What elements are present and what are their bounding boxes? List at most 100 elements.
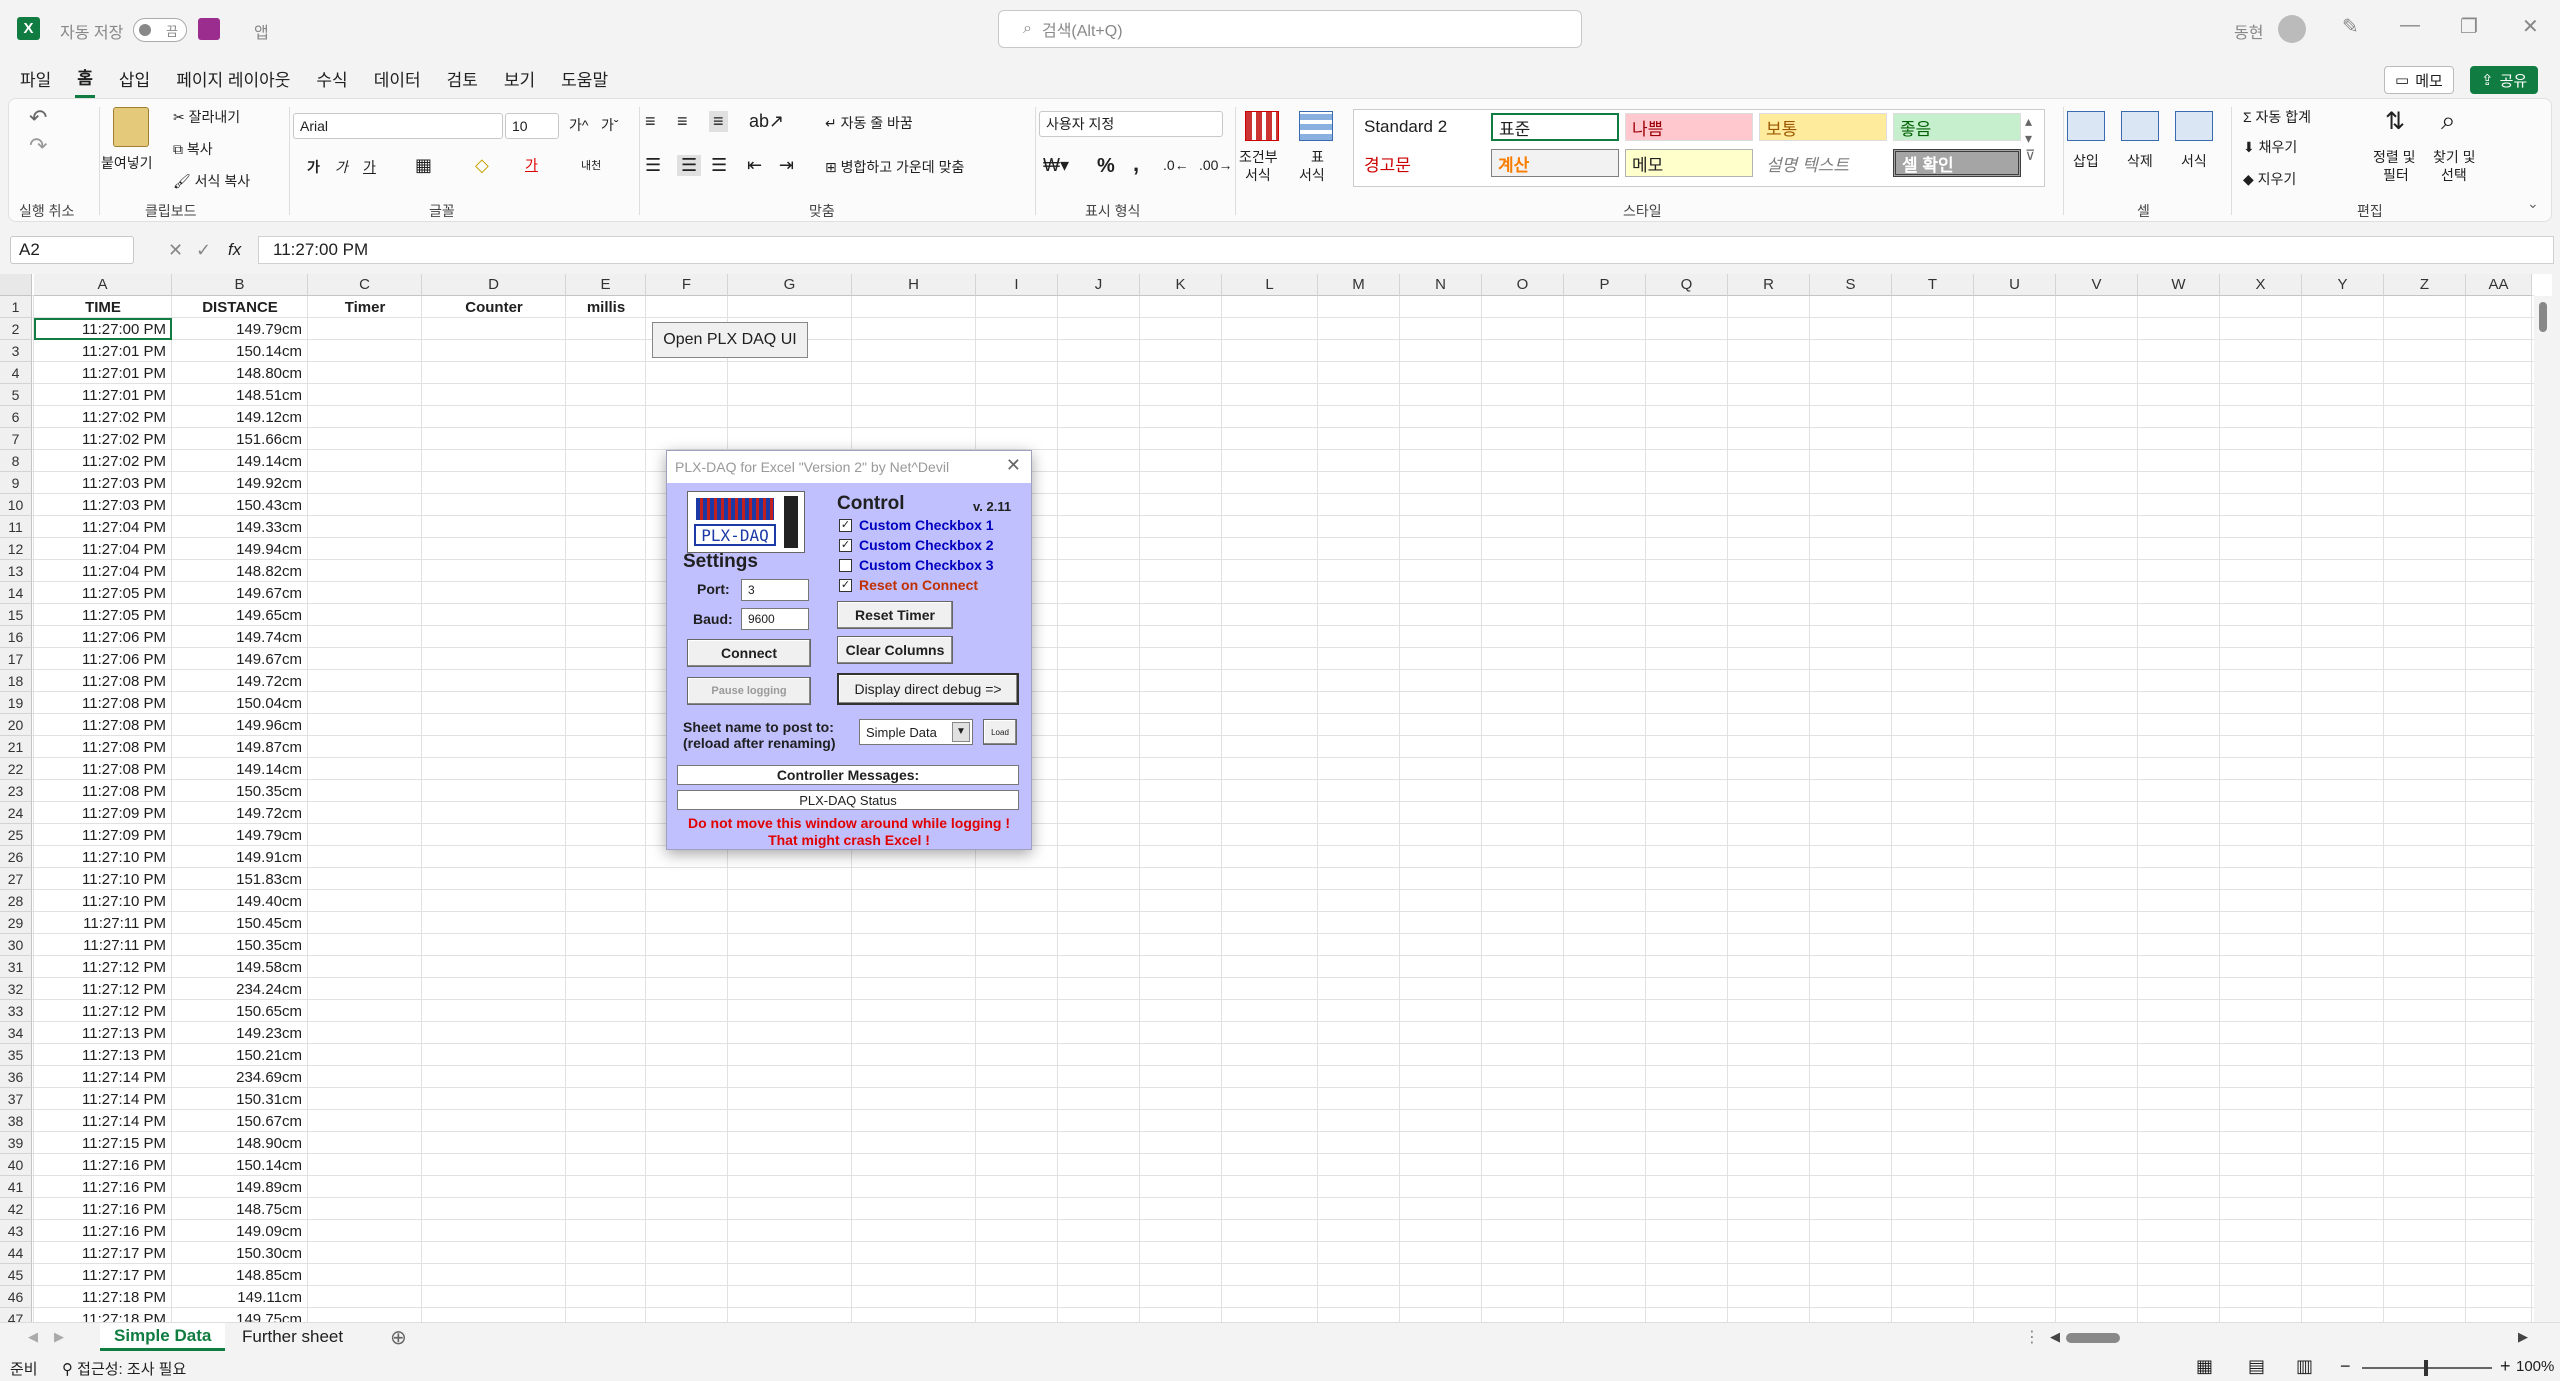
pen-icon[interactable]: ✎: [2342, 14, 2359, 39]
percent-button[interactable]: %: [1097, 155, 1115, 178]
distance-cell[interactable]: 150.14cm: [172, 1154, 308, 1176]
time-cell[interactable]: 11:27:14 PM: [34, 1066, 172, 1088]
column-header-s[interactable]: S: [1810, 274, 1892, 296]
minimize-button[interactable]: —: [2400, 14, 2420, 37]
bold-button[interactable]: 가: [307, 157, 320, 177]
currency-icon[interactable]: ₩▾: [1043, 155, 1069, 176]
normal-view-icon[interactable]: ▦: [2196, 1356, 2213, 1377]
format-cells-button[interactable]: 서식: [2181, 151, 2207, 171]
column-header-aa[interactable]: AA: [2466, 274, 2532, 296]
border-icon[interactable]: ▦: [415, 155, 432, 176]
time-cell[interactable]: 11:27:04 PM: [34, 516, 172, 538]
time-cell[interactable]: 11:27:18 PM: [34, 1286, 172, 1308]
row-header[interactable]: 11: [0, 516, 32, 538]
time-cell[interactable]: 11:27:05 PM: [34, 582, 172, 604]
row-header[interactable]: 3: [0, 340, 32, 362]
scroll-right-icon[interactable]: ▶: [2518, 1329, 2528, 1345]
time-cell[interactable]: 11:27:16 PM: [34, 1154, 172, 1176]
time-cell[interactable]: 11:27:09 PM: [34, 824, 172, 846]
delete-cells-icon[interactable]: [2121, 111, 2159, 141]
autosum-button[interactable]: Σ 자동 합계: [2243, 107, 2311, 127]
distance-cell[interactable]: 149.09cm: [172, 1220, 308, 1242]
align-center-icon[interactable]: ☰: [677, 155, 702, 176]
paste-icon[interactable]: [113, 107, 149, 147]
merge-center-button[interactable]: ⊞ 병합하고 가운데 맞춤: [825, 157, 964, 177]
row-header[interactable]: 41: [0, 1176, 32, 1198]
menu-home[interactable]: 홈: [75, 58, 95, 98]
plx-checkbox-3[interactable]: [839, 559, 852, 572]
row-header[interactable]: 16: [0, 626, 32, 648]
header-cell-counter[interactable]: Counter: [422, 296, 566, 318]
row-header[interactable]: 45: [0, 1264, 32, 1286]
orientation-icon[interactable]: ab↗: [749, 111, 784, 132]
row-header[interactable]: 27: [0, 868, 32, 890]
time-cell[interactable]: 11:27:17 PM: [34, 1264, 172, 1286]
distance-cell[interactable]: 150.43cm: [172, 494, 308, 516]
column-header-l[interactable]: L: [1222, 274, 1318, 296]
column-header-j[interactable]: J: [1058, 274, 1140, 296]
port-input[interactable]: 3: [741, 579, 809, 601]
row-header[interactable]: 22: [0, 758, 32, 780]
style-normal[interactable]: 표준: [1491, 113, 1619, 141]
time-cell[interactable]: 11:27:02 PM: [34, 406, 172, 428]
page-layout-view-icon[interactable]: ▤: [2248, 1356, 2265, 1377]
row-header[interactable]: 14: [0, 582, 32, 604]
time-cell[interactable]: 11:27:03 PM: [34, 494, 172, 516]
distance-cell[interactable]: 150.04cm: [172, 692, 308, 714]
scroll-left-icon[interactable]: ◀: [2050, 1329, 2060, 1345]
distance-cell[interactable]: 149.65cm: [172, 604, 308, 626]
format-painter-button[interactable]: 🖌 서식 복사: [173, 171, 250, 191]
italic-button[interactable]: 가: [335, 157, 348, 177]
zoom-slider[interactable]: [2362, 1360, 2492, 1376]
row-header[interactable]: 36: [0, 1066, 32, 1088]
column-header-v[interactable]: V: [2056, 274, 2138, 296]
header-cell-timer[interactable]: Timer: [308, 296, 422, 318]
distance-cell[interactable]: 149.96cm: [172, 714, 308, 736]
sort-filter-button[interactable]: 정렬 및: [2373, 147, 2416, 167]
header-cell-millis[interactable]: millis: [566, 296, 646, 318]
time-cell[interactable]: 11:27:10 PM: [34, 868, 172, 890]
row-header[interactable]: 13: [0, 560, 32, 582]
row-header[interactable]: 30: [0, 934, 32, 956]
distance-cell[interactable]: 149.72cm: [172, 802, 308, 824]
distance-cell[interactable]: 149.23cm: [172, 1022, 308, 1044]
distance-cell[interactable]: 149.72cm: [172, 670, 308, 692]
distance-cell[interactable]: 150.45cm: [172, 912, 308, 934]
row-header[interactable]: 43: [0, 1220, 32, 1242]
gallery-scroll-icon[interactable]: ▴ ▾ ⊽: [2025, 113, 2035, 164]
time-cell[interactable]: 11:27:10 PM: [34, 846, 172, 868]
prev-sheet-icon[interactable]: ◀: [28, 1329, 38, 1345]
save-icon[interactable]: [198, 18, 220, 40]
style-check-cell[interactable]: 셀 확인: [1893, 149, 2021, 177]
header-cell-distance[interactable]: DISTANCE: [172, 296, 308, 318]
row-header[interactable]: 26: [0, 846, 32, 868]
row-header[interactable]: 38: [0, 1110, 32, 1132]
time-cell[interactable]: 11:27:14 PM: [34, 1088, 172, 1110]
time-cell[interactable]: 11:27:16 PM: [34, 1176, 172, 1198]
column-header-k[interactable]: K: [1140, 274, 1222, 296]
row-header[interactable]: 44: [0, 1242, 32, 1264]
distance-cell[interactable]: 151.66cm: [172, 428, 308, 450]
column-header-n[interactable]: N: [1400, 274, 1482, 296]
row-header[interactable]: 6: [0, 406, 32, 428]
chevron-down-icon[interactable]: ▼: [952, 722, 970, 742]
load-sheet-button[interactable]: Load: [983, 719, 1017, 745]
reset-timer-button[interactable]: Reset Timer: [837, 601, 953, 629]
row-header[interactable]: 32: [0, 978, 32, 1000]
column-header-q[interactable]: Q: [1646, 274, 1728, 296]
app-hint[interactable]: 앱: [254, 19, 269, 43]
distance-cell[interactable]: 149.40cm: [172, 890, 308, 912]
search-input[interactable]: ⌕ 검색(Alt+Q): [998, 10, 1582, 48]
time-cell[interactable]: 11:27:13 PM: [34, 1044, 172, 1066]
increase-decimal-icon[interactable]: .0←: [1163, 157, 1189, 173]
distance-cell[interactable]: 151.83cm: [172, 868, 308, 890]
insert-cells-icon[interactable]: [2067, 111, 2105, 141]
page-break-view-icon[interactable]: ▥: [2296, 1356, 2313, 1377]
row-header[interactable]: 39: [0, 1132, 32, 1154]
plx-checkbox-label[interactable]: Reset on Connect: [859, 577, 978, 593]
cancel-formula-icon[interactable]: ✕: [168, 240, 183, 261]
vertical-scrollbar[interactable]: [2534, 296, 2552, 1322]
decrease-decimal-icon[interactable]: .00→: [1199, 157, 1232, 173]
column-header-e[interactable]: E: [566, 274, 646, 296]
column-header-r[interactable]: R: [1728, 274, 1810, 296]
